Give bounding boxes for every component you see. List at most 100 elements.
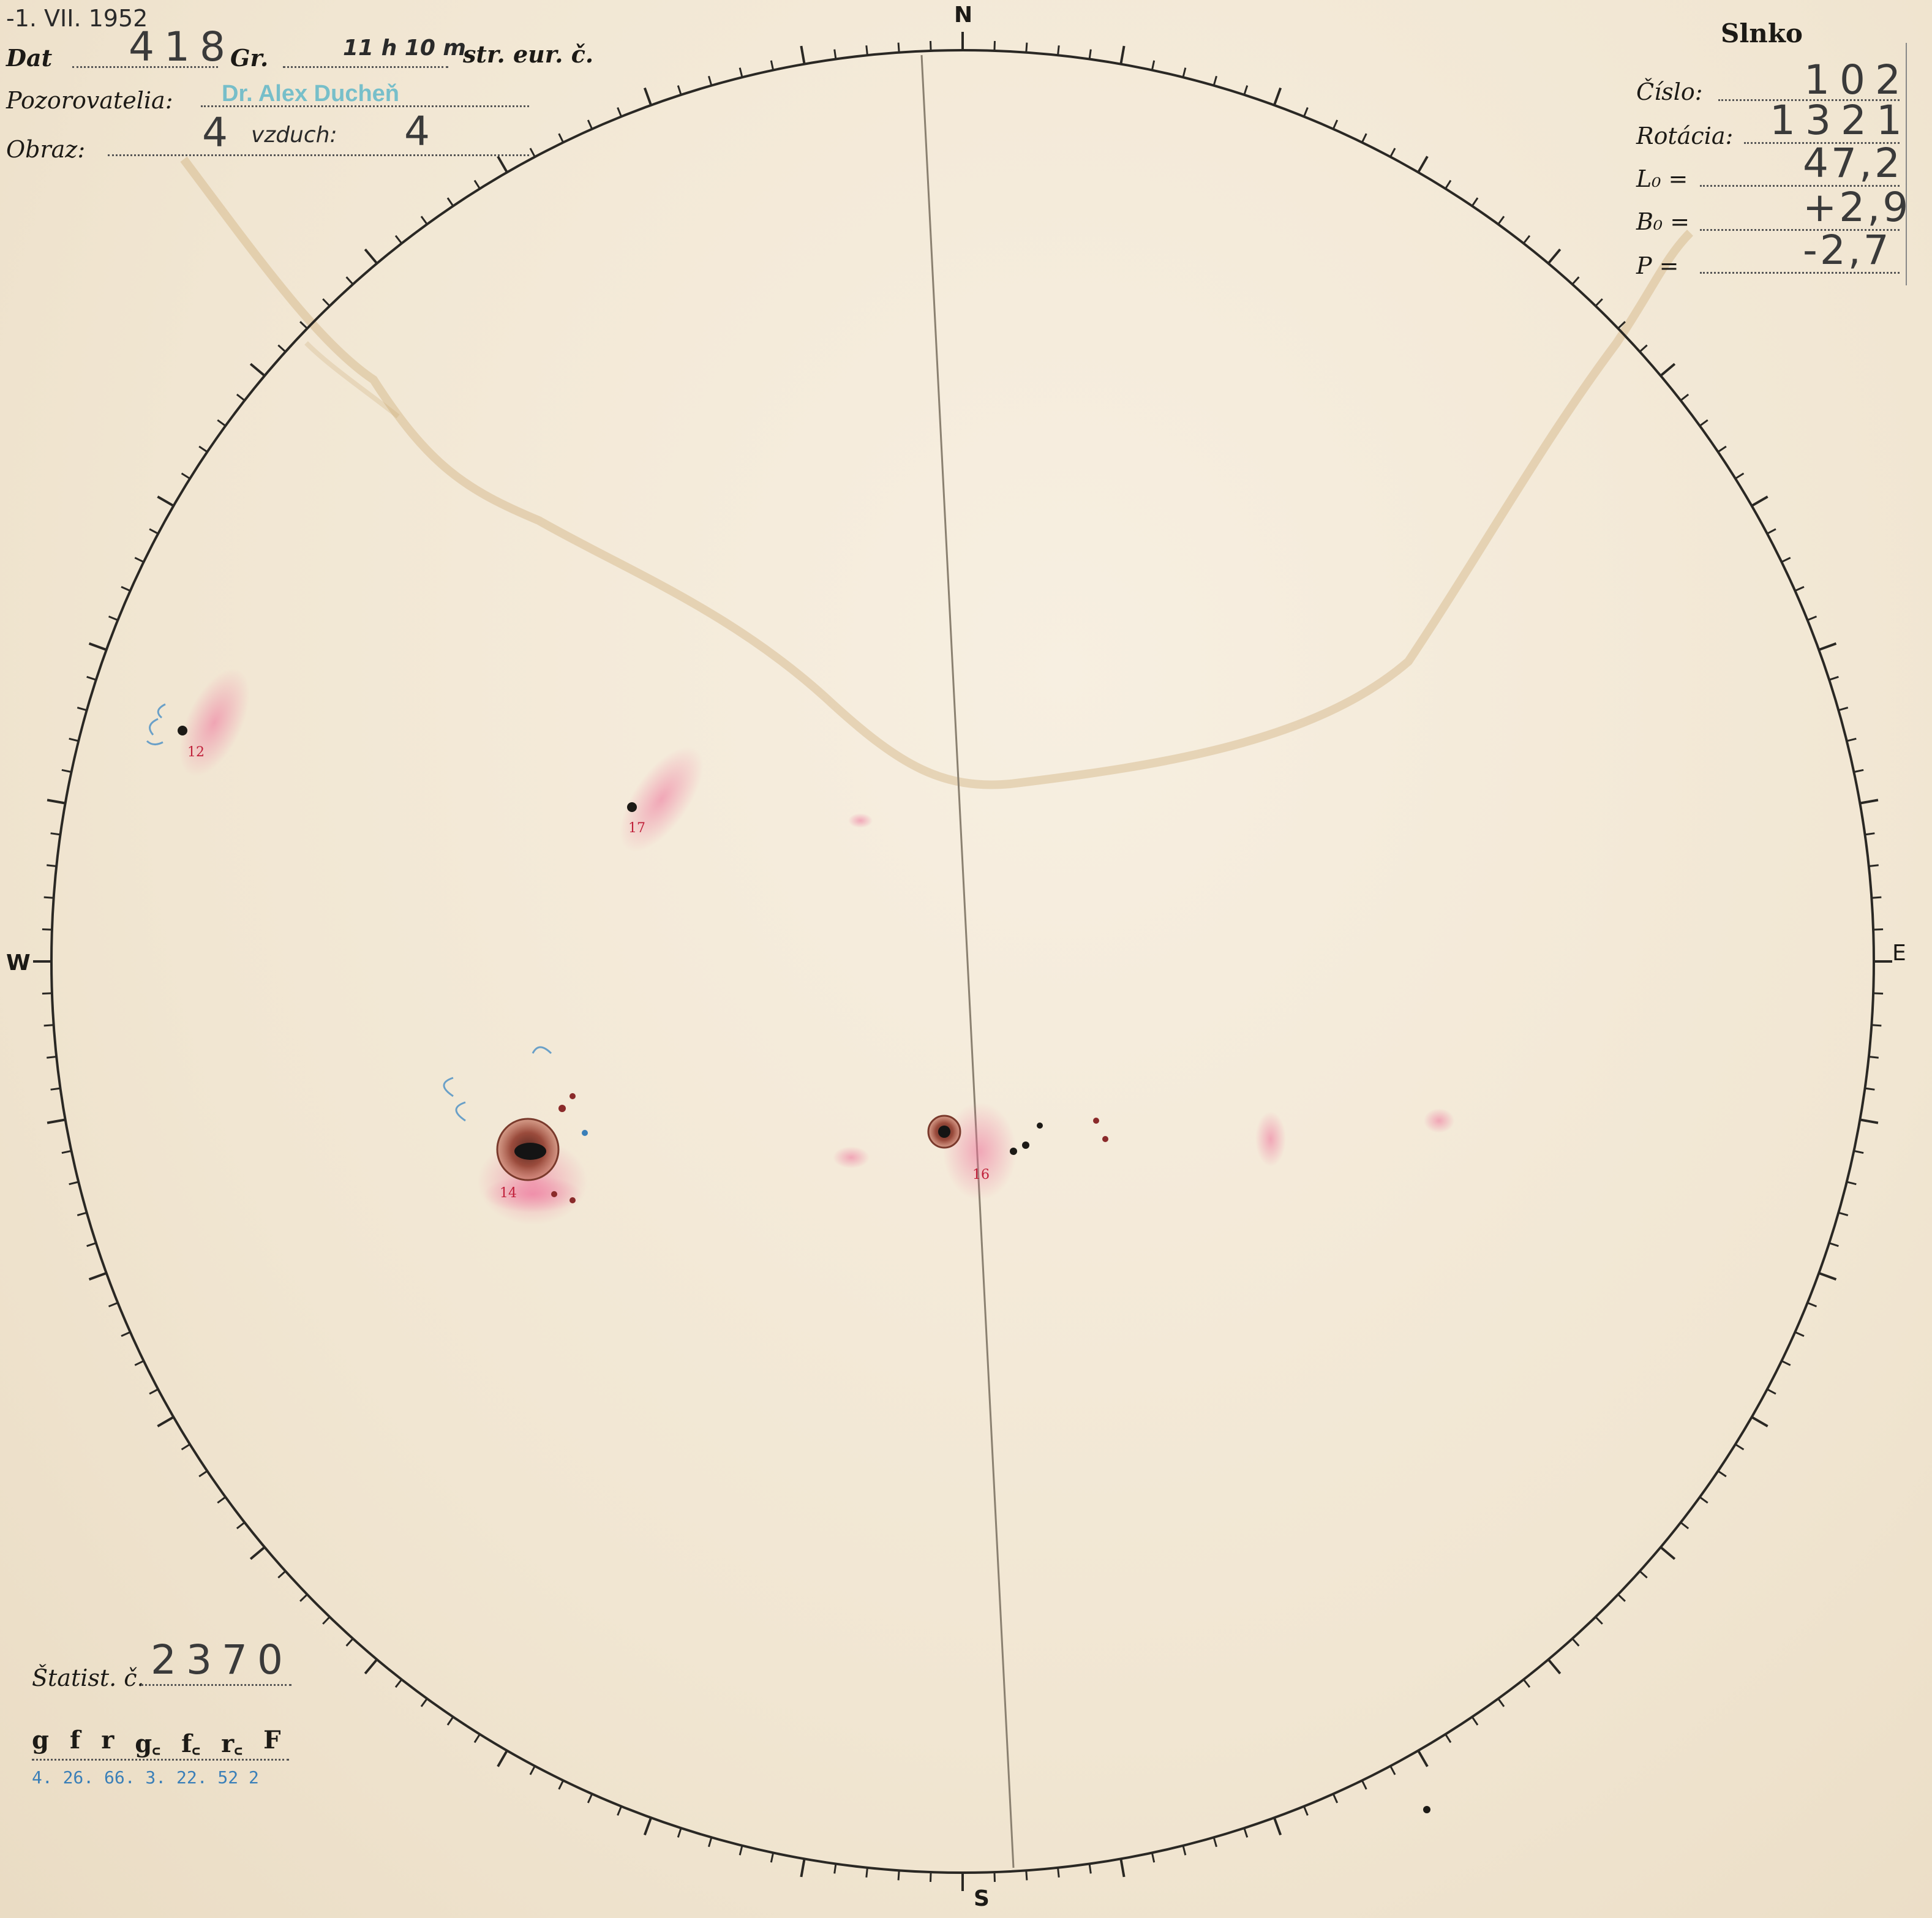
- graduation-tick: [50, 1087, 61, 1091]
- graduation-tick: [108, 615, 118, 621]
- graduation-tick: [149, 1388, 159, 1395]
- graduation-tick: [1025, 1870, 1028, 1881]
- graduation-tick: [277, 1570, 287, 1579]
- graduation-tick: [1088, 1863, 1092, 1874]
- graduation-tick: [1871, 896, 1882, 899]
- graduation-tick: [1617, 1593, 1626, 1602]
- group-number-17: 17: [628, 821, 645, 836]
- graduation-tick: [1781, 1360, 1791, 1366]
- l0-label: L₀ =: [1636, 165, 1688, 192]
- graduation-ticks: [33, 32, 1892, 1891]
- stat-values[interactable]: 4. 26. 66. 3. 22. 52 2: [32, 1767, 259, 1788]
- graduation-tick: [897, 42, 900, 53]
- graduation-tick: [643, 1817, 652, 1836]
- graduation-tick: [61, 769, 72, 773]
- observers-stamp[interactable]: Dr. Alex Ducheň: [222, 81, 399, 107]
- graduation-tick: [1751, 495, 1768, 507]
- graduation-tick: [77, 706, 88, 712]
- graduation-tick: [217, 1496, 227, 1504]
- graduation-tick: [394, 235, 403, 244]
- graduation-tick: [134, 557, 145, 563]
- graduation-tick: [1717, 445, 1727, 453]
- graduation-tick: [277, 344, 287, 353]
- stat-header-f: f: [69, 1726, 81, 1754]
- group-number-12: 12: [187, 745, 205, 760]
- observers-label: Pozorovatelia:: [6, 87, 173, 114]
- graduation-tick: [1794, 1331, 1805, 1337]
- graduation-tick: [1571, 1638, 1580, 1647]
- stat-header-gc: g꜀: [135, 1729, 161, 1758]
- graduation-tick: [1807, 615, 1817, 621]
- p-field[interactable]: -2,7: [1803, 227, 1892, 274]
- group-number-16: 16: [972, 1167, 990, 1183]
- graduation-tick: [1860, 799, 1879, 805]
- graduation-tick: [473, 179, 481, 189]
- disc-outline: [50, 49, 1875, 1874]
- l0-field[interactable]: 47,2: [1803, 140, 1903, 187]
- graduation-tick: [249, 1546, 266, 1560]
- stat-header-rc: r꜀: [221, 1729, 243, 1758]
- rotacia-label: Rotácia:: [1636, 122, 1734, 149]
- graduation-tick: [1871, 1024, 1882, 1027]
- rotacia-field[interactable]: 1321: [1770, 97, 1912, 144]
- graduation-tick: [61, 1149, 72, 1154]
- stat-headers: g f r g꜀ f꜀ r꜀ F: [32, 1726, 280, 1759]
- graduation-tick: [364, 248, 378, 265]
- graduation-tick: [1025, 42, 1028, 53]
- air-field[interactable]: 4: [404, 108, 430, 155]
- graduation-tick: [1088, 49, 1092, 59]
- north-label: N: [954, 2, 973, 28]
- graduation-tick: [157, 1416, 175, 1427]
- sunspot-group-16: [927, 1102, 1108, 1200]
- graduation-tick: [1182, 1845, 1187, 1856]
- graduation-tick: [198, 1470, 208, 1478]
- graduation-tick: [1751, 1416, 1768, 1427]
- graduation-tick: [364, 1658, 378, 1675]
- graduation-tick: [446, 197, 454, 207]
- b0-field[interactable]: +2,9: [1803, 184, 1911, 231]
- graduation-tick: [77, 1211, 88, 1217]
- graduation-tick: [529, 1766, 536, 1775]
- b0-label: B₀ =: [1636, 208, 1690, 235]
- graduation-tick: [149, 528, 159, 535]
- graduation-tick: [1522, 235, 1531, 244]
- graduation-tick: [157, 495, 175, 507]
- water-stain: [180, 156, 1693, 789]
- graduation-tick: [47, 799, 66, 805]
- graduation-tick: [1119, 1859, 1126, 1878]
- graduation-tick: [993, 40, 996, 51]
- solar-disc-drawing: [33, 32, 1892, 1891]
- sun-box-title: Slnko: [1721, 18, 1803, 48]
- graduation-tick: [1243, 85, 1249, 96]
- image-field[interactable]: 4: [202, 109, 228, 156]
- graduation-tick: [1182, 67, 1187, 78]
- graduation-tick: [1680, 393, 1690, 402]
- graduation-tick: [1860, 1118, 1879, 1124]
- graduation-tick: [1571, 276, 1580, 285]
- graduation-tick: [249, 363, 266, 377]
- graduation-tick: [1865, 1087, 1875, 1091]
- graduation-tick: [993, 1872, 996, 1882]
- sunspot-group-17: [619, 747, 704, 852]
- dat-field[interactable]: 418: [129, 23, 235, 70]
- graduation-tick: [1846, 1181, 1857, 1186]
- graduation-tick: [1659, 1546, 1676, 1560]
- graduation-tick: [121, 585, 131, 592]
- graduation-tick: [558, 1780, 565, 1790]
- graduation-tick: [345, 276, 354, 285]
- graduation-tick: [108, 1302, 118, 1307]
- graduation-tick: [322, 298, 331, 307]
- time-field[interactable]: 11 h 10 m: [343, 36, 466, 61]
- graduation-tick: [1595, 1616, 1603, 1625]
- graduation-tick: [529, 148, 536, 157]
- graduation-tick: [1417, 156, 1429, 173]
- stat-underline: [141, 1684, 291, 1686]
- graduation-tick: [1781, 557, 1791, 563]
- stat-field[interactable]: 2370: [151, 1636, 293, 1683]
- graduation-tick: [1445, 1734, 1452, 1743]
- graduation-tick: [1639, 1570, 1648, 1579]
- east-label: E: [1892, 941, 1906, 966]
- graduation-tick: [1522, 1679, 1531, 1688]
- graduation-tick: [473, 1734, 481, 1743]
- sunspot-group-12: [146, 668, 250, 777]
